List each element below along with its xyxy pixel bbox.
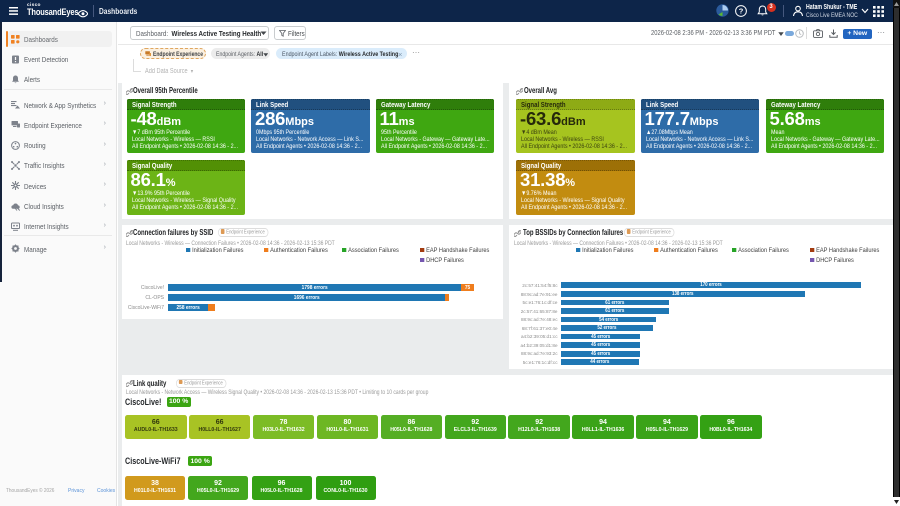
svg-text:?: ? bbox=[739, 6, 744, 15]
